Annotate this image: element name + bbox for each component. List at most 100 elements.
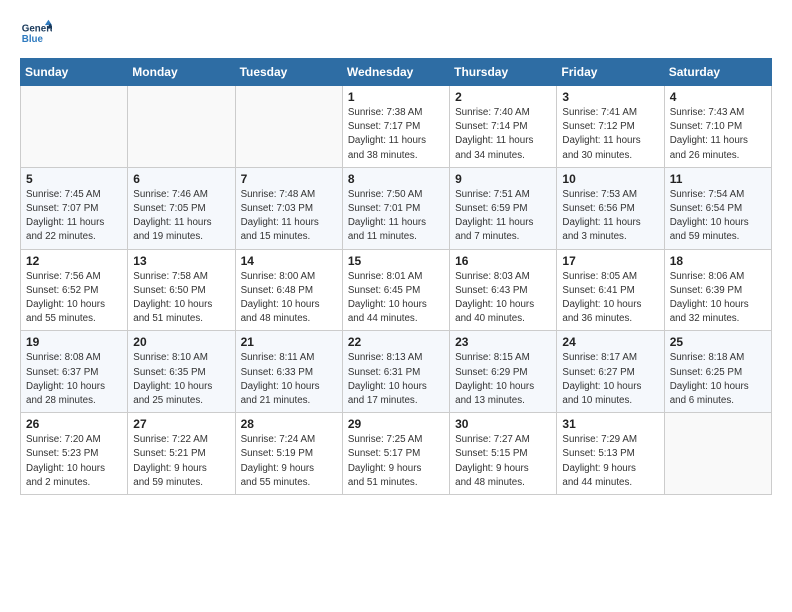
day-number: 3: [562, 90, 658, 104]
calendar-cell: 18 Sunrise: 8:06 AM Sunset: 6:39 PM Dayli…: [664, 249, 771, 331]
day-number: 26: [26, 417, 122, 431]
day-info: Sunrise: 7:25 AM Sunset: 5:17 PM Dayligh…: [348, 433, 444, 490]
calendar-cell: 3 Sunrise: 7:41 AM Sunset: 7:12 PM Daylig…: [557, 86, 664, 168]
day-info: Sunrise: 7:41 AM Sunset: 7:12 PM Dayligh…: [562, 106, 658, 163]
day-info: Sunrise: 7:56 AM Sunset: 6:52 PM Dayligh…: [26, 270, 122, 327]
day-info: Sunrise: 7:27 AM Sunset: 5:15 PM Dayligh…: [455, 433, 551, 490]
calendar-cell: 19 Sunrise: 8:08 AM Sunset: 6:37 PM Dayli…: [21, 331, 128, 413]
day-info: Sunrise: 7:43 AM Sunset: 7:10 PM Dayligh…: [670, 106, 766, 163]
day-info: Sunrise: 8:10 AM Sunset: 6:35 PM Dayligh…: [133, 351, 229, 408]
calendar-week-row: 12Sunrise: 7:56 AM Sunset: 6:52 PM Dayli…: [21, 249, 772, 331]
calendar-cell: 20 Sunrise: 8:10 AM Sunset: 6:35 PM Dayli…: [128, 331, 235, 413]
day-number: 17: [562, 254, 658, 268]
day-info: Sunrise: 7:20 AM Sunset: 5:23 PM Dayligh…: [26, 433, 122, 490]
calendar-cell: 22 Sunrise: 8:13 AM Sunset: 6:31 PM Dayli…: [342, 331, 449, 413]
day-info: Sunrise: 8:17 AM Sunset: 6:27 PM Dayligh…: [562, 351, 658, 408]
calendar-cell: 31 Sunrise: 7:29 AM Sunset: 5:13 PM Dayli…: [557, 413, 664, 495]
calendar-cell: 5Sunrise: 7:45 AM Sunset: 7:07 PM Daylig…: [21, 167, 128, 249]
calendar-table: SundayMondayTuesdayWednesdayThursdayFrid…: [20, 58, 772, 495]
day-info: Sunrise: 8:03 AM Sunset: 6:43 PM Dayligh…: [455, 270, 551, 327]
calendar-week-row: 5Sunrise: 7:45 AM Sunset: 7:07 PM Daylig…: [21, 167, 772, 249]
header: General Blue: [20, 18, 772, 50]
day-number: 15: [348, 254, 444, 268]
day-number: 18: [670, 254, 766, 268]
day-info: Sunrise: 7:24 AM Sunset: 5:19 PM Dayligh…: [241, 433, 337, 490]
calendar-cell: [128, 86, 235, 168]
calendar-week-row: 1 Sunrise: 7:38 AM Sunset: 7:17 PM Daylig…: [21, 86, 772, 168]
day-number: 2: [455, 90, 551, 104]
day-number: 9: [455, 172, 551, 186]
calendar-cell: [235, 86, 342, 168]
day-number: 19: [26, 335, 122, 349]
day-of-week-header: Thursday: [450, 59, 557, 86]
logo-icon: General Blue: [20, 18, 52, 50]
day-number: 23: [455, 335, 551, 349]
day-info: Sunrise: 7:58 AM Sunset: 6:50 PM Dayligh…: [133, 270, 229, 327]
day-number: 5: [26, 172, 122, 186]
day-info: Sunrise: 8:00 AM Sunset: 6:48 PM Dayligh…: [241, 270, 337, 327]
day-info: Sunrise: 8:15 AM Sunset: 6:29 PM Dayligh…: [455, 351, 551, 408]
day-number: 29: [348, 417, 444, 431]
calendar-cell: 9Sunrise: 7:51 AM Sunset: 6:59 PM Daylig…: [450, 167, 557, 249]
logo: General Blue: [20, 18, 56, 50]
day-of-week-header: Friday: [557, 59, 664, 86]
calendar-cell: 6 Sunrise: 7:46 AM Sunset: 7:05 PM Daylig…: [128, 167, 235, 249]
day-number: 10: [562, 172, 658, 186]
calendar-week-row: 19 Sunrise: 8:08 AM Sunset: 6:37 PM Dayli…: [21, 331, 772, 413]
day-info: Sunrise: 7:48 AM Sunset: 7:03 PM Dayligh…: [241, 188, 337, 245]
calendar-cell: 14Sunrise: 8:00 AM Sunset: 6:48 PM Dayli…: [235, 249, 342, 331]
calendar-cell: 29 Sunrise: 7:25 AM Sunset: 5:17 PM Dayli…: [342, 413, 449, 495]
calendar-header-row: SundayMondayTuesdayWednesdayThursdayFrid…: [21, 59, 772, 86]
calendar-cell: [664, 413, 771, 495]
day-number: 24: [562, 335, 658, 349]
day-number: 7: [241, 172, 337, 186]
calendar-cell: 28Sunrise: 7:24 AM Sunset: 5:19 PM Dayli…: [235, 413, 342, 495]
day-info: Sunrise: 8:06 AM Sunset: 6:39 PM Dayligh…: [670, 270, 766, 327]
day-info: Sunrise: 8:18 AM Sunset: 6:25 PM Dayligh…: [670, 351, 766, 408]
day-number: 31: [562, 417, 658, 431]
calendar-cell: 4Sunrise: 7:43 AM Sunset: 7:10 PM Daylig…: [664, 86, 771, 168]
calendar-cell: 25 Sunrise: 8:18 AM Sunset: 6:25 PM Dayli…: [664, 331, 771, 413]
day-number: 27: [133, 417, 229, 431]
day-number: 25: [670, 335, 766, 349]
day-of-week-header: Saturday: [664, 59, 771, 86]
day-info: Sunrise: 7:54 AM Sunset: 6:54 PM Dayligh…: [670, 188, 766, 245]
day-info: Sunrise: 7:29 AM Sunset: 5:13 PM Dayligh…: [562, 433, 658, 490]
day-of-week-header: Sunday: [21, 59, 128, 86]
day-number: 13: [133, 254, 229, 268]
calendar-cell: 8 Sunrise: 7:50 AM Sunset: 7:01 PM Daylig…: [342, 167, 449, 249]
day-number: 11: [670, 172, 766, 186]
day-info: Sunrise: 8:01 AM Sunset: 6:45 PM Dayligh…: [348, 270, 444, 327]
svg-text:Blue: Blue: [22, 34, 44, 45]
day-info: Sunrise: 7:22 AM Sunset: 5:21 PM Dayligh…: [133, 433, 229, 490]
calendar-cell: 21Sunrise: 8:11 AM Sunset: 6:33 PM Dayli…: [235, 331, 342, 413]
day-number: 8: [348, 172, 444, 186]
calendar-cell: 26 Sunrise: 7:20 AM Sunset: 5:23 PM Dayli…: [21, 413, 128, 495]
calendar-cell: 12Sunrise: 7:56 AM Sunset: 6:52 PM Dayli…: [21, 249, 128, 331]
day-info: Sunrise: 7:50 AM Sunset: 7:01 PM Dayligh…: [348, 188, 444, 245]
calendar-cell: 15 Sunrise: 8:01 AM Sunset: 6:45 PM Dayli…: [342, 249, 449, 331]
day-number: 16: [455, 254, 551, 268]
day-info: Sunrise: 8:08 AM Sunset: 6:37 PM Dayligh…: [26, 351, 122, 408]
day-number: 1: [348, 90, 444, 104]
page: General Blue SundayMondayTuesdayWednesda…: [0, 0, 792, 509]
day-info: Sunrise: 8:13 AM Sunset: 6:31 PM Dayligh…: [348, 351, 444, 408]
day-of-week-header: Monday: [128, 59, 235, 86]
calendar-cell: 2Sunrise: 7:40 AM Sunset: 7:14 PM Daylig…: [450, 86, 557, 168]
day-info: Sunrise: 7:53 AM Sunset: 6:56 PM Dayligh…: [562, 188, 658, 245]
day-number: 21: [241, 335, 337, 349]
calendar-cell: 23 Sunrise: 8:15 AM Sunset: 6:29 PM Dayli…: [450, 331, 557, 413]
day-info: Sunrise: 7:38 AM Sunset: 7:17 PM Dayligh…: [348, 106, 444, 163]
day-of-week-header: Wednesday: [342, 59, 449, 86]
calendar-cell: 16 Sunrise: 8:03 AM Sunset: 6:43 PM Dayli…: [450, 249, 557, 331]
calendar-cell: 1 Sunrise: 7:38 AM Sunset: 7:17 PM Daylig…: [342, 86, 449, 168]
calendar-cell: [21, 86, 128, 168]
day-info: Sunrise: 7:46 AM Sunset: 7:05 PM Dayligh…: [133, 188, 229, 245]
calendar-cell: 13 Sunrise: 7:58 AM Sunset: 6:50 PM Dayli…: [128, 249, 235, 331]
day-number: 22: [348, 335, 444, 349]
day-number: 20: [133, 335, 229, 349]
day-of-week-header: Tuesday: [235, 59, 342, 86]
day-number: 6: [133, 172, 229, 186]
calendar-week-row: 26 Sunrise: 7:20 AM Sunset: 5:23 PM Dayli…: [21, 413, 772, 495]
calendar-cell: 30Sunrise: 7:27 AM Sunset: 5:15 PM Dayli…: [450, 413, 557, 495]
